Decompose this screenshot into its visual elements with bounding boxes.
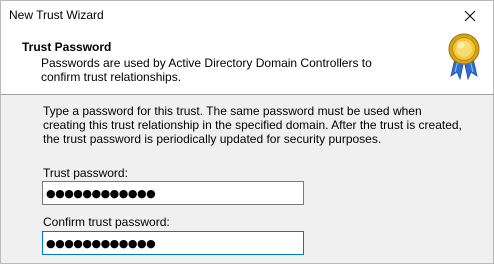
trust-password-input[interactable]: ●●●●●●●●●●●● <box>42 181 304 205</box>
window-title: New Trust Wizard <box>9 8 104 22</box>
instructions-text: Type a password for this trust. The same… <box>43 104 462 146</box>
close-icon <box>464 10 476 22</box>
title-bar: New Trust Wizard <box>1 1 493 31</box>
confirm-password-label: Confirm trust password: <box>43 215 170 229</box>
page-title: Trust Password <box>22 40 112 54</box>
award-badge-icon <box>448 33 480 81</box>
trust-password-label: Trust password: <box>43 166 128 180</box>
wizard-header: Trust Password Passwords are used by Act… <box>1 31 493 95</box>
confirm-password-input[interactable]: ●●●●●●●●●●●● <box>42 231 304 255</box>
wizard-window: New Trust Wizard Trust Password Password… <box>0 0 494 264</box>
page-subtitle: Passwords are used by Active Directory D… <box>41 56 372 84</box>
close-button[interactable] <box>447 1 493 31</box>
